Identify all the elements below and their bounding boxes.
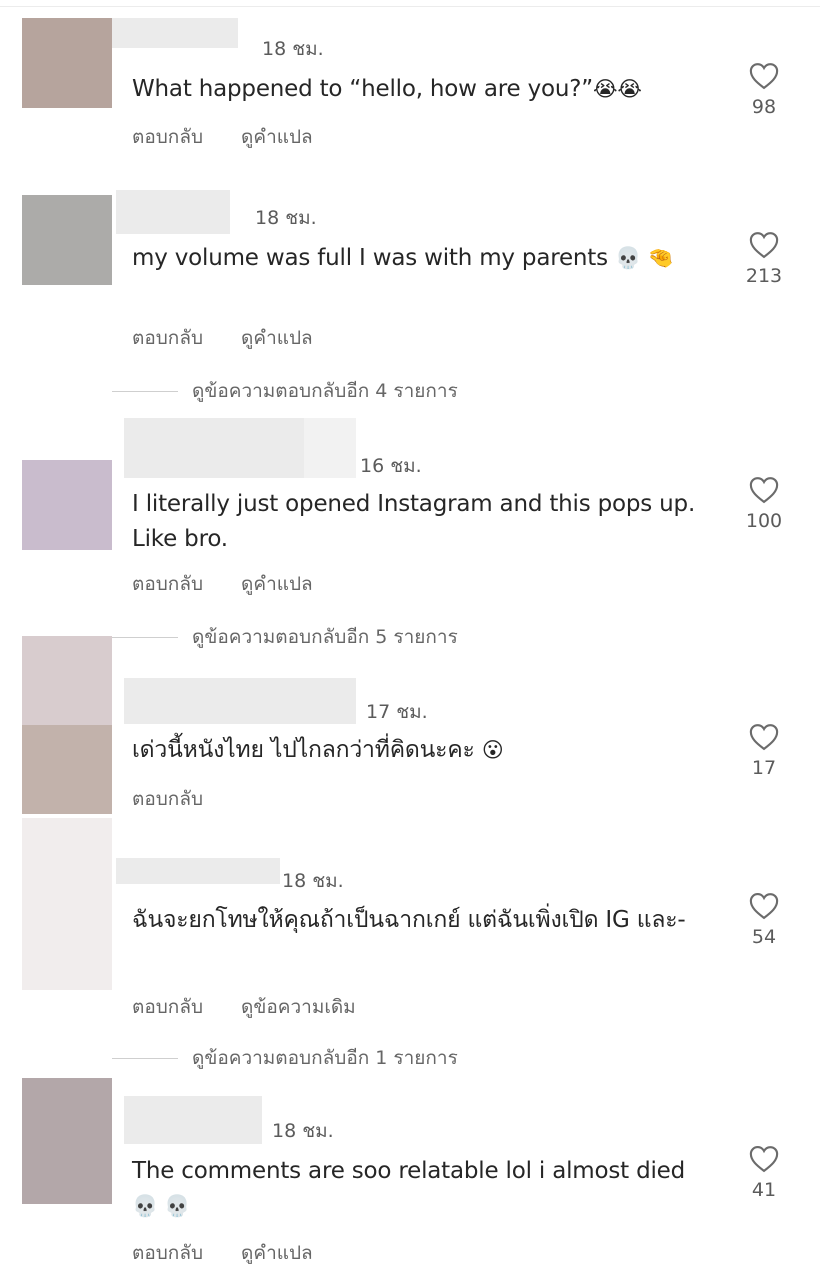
comment-time: 18 ชม. [282, 870, 344, 892]
view-more-label[interactable]: ดูข้อความตอบกลับอีก 4 รายการ [192, 376, 458, 406]
like-count: 54 [751, 926, 777, 948]
username-redacted [112, 18, 238, 48]
divider-line [112, 390, 178, 392]
heart-outline-icon[interactable] [749, 892, 779, 920]
see-translation-button[interactable]: ดูคำแปล [241, 1242, 313, 1264]
comment-body: The comments are soo relatable lol i alm… [132, 1158, 686, 1184]
see-original-button[interactable]: ดูข้อความเดิม [241, 996, 356, 1018]
comment-actions: ตอบกลับ ดูคำแปล [132, 1238, 351, 1268]
comment-actions: ตอบกลับ ดูคำแปล [132, 122, 351, 152]
comment-actions: ตอบกลับ [132, 784, 241, 814]
view-more-replies[interactable]: ดูข้อความตอบกลับอีก 1 รายการ [112, 1045, 458, 1071]
comment-time: 18 ชม. [272, 1120, 334, 1142]
comment-actions: ตอบกลับ ดูคำแปล [132, 569, 351, 599]
like-count: 213 [745, 265, 783, 287]
avatar[interactable] [22, 636, 112, 814]
like-button[interactable]: 100 [740, 476, 788, 532]
comment-time: 17 ชม. [366, 701, 428, 723]
like-count: 100 [745, 510, 783, 532]
reply-button[interactable]: ตอบกลับ [132, 126, 203, 148]
heart-outline-icon[interactable] [749, 1145, 779, 1173]
top-divider [0, 6, 820, 7]
heart-outline-icon[interactable] [749, 723, 779, 751]
like-count: 98 [751, 96, 777, 118]
comment-emoji: 💀 🤏 [615, 246, 674, 270]
avatar[interactable] [22, 195, 112, 285]
comment-time: 16 ชม. [360, 455, 422, 477]
like-count: 41 [751, 1179, 777, 1201]
comment-actions: ตอบกลับ ดูคำแปล [132, 323, 351, 353]
comment-emoji: 😮 [481, 738, 504, 762]
like-button[interactable]: 17 [740, 723, 788, 779]
username-redacted [124, 678, 356, 724]
comment-emoji: 😭😭 [592, 77, 642, 101]
like-count: 17 [751, 757, 777, 779]
comment-emoji: 💀 💀 [132, 1194, 191, 1218]
like-button[interactable]: 213 [740, 231, 788, 287]
comment-text: เด่วนี้หนังไทย ไปไกลกว่าที่คิดนะคะ 😮 [132, 733, 702, 768]
like-button[interactable]: 98 [740, 62, 788, 118]
view-more-label[interactable]: ดูข้อความตอบกลับอีก 5 รายการ [192, 622, 458, 652]
divider-line [112, 636, 178, 638]
reply-button[interactable]: ตอบกลับ [132, 573, 203, 595]
username-redacted [124, 418, 304, 478]
avatar[interactable] [22, 818, 112, 990]
avatar[interactable] [22, 1078, 112, 1204]
like-button[interactable]: 41 [740, 1145, 788, 1201]
view-more-replies[interactable]: ดูข้อความตอบกลับอีก 5 รายการ [112, 624, 458, 650]
comment-body: What happened to “hello, how are you?” [132, 76, 593, 102]
comment-text: I literally just opened Instagram and th… [132, 491, 696, 552]
divider-line [112, 1057, 178, 1059]
heart-outline-icon[interactable] [749, 62, 779, 90]
reply-button[interactable]: ตอบกลับ [132, 327, 203, 349]
comment-body: my volume was full I was with my parents [132, 245, 608, 271]
view-more-replies[interactable]: ดูข้อความตอบกลับอีก 4 รายการ [112, 378, 458, 404]
username-redacted [304, 418, 356, 478]
comment-body: เด่วนี้หนังไทย ไปไกลกว่าที่คิดนะคะ [132, 737, 475, 763]
avatar[interactable] [22, 18, 112, 108]
comment-actions: ตอบกลับ ดูข้อความเดิม [132, 992, 394, 1022]
view-more-label[interactable]: ดูข้อความตอบกลับอีก 1 รายการ [192, 1043, 458, 1073]
username-redacted [116, 190, 230, 234]
reply-button[interactable]: ตอบกลับ [132, 996, 203, 1018]
see-translation-button[interactable]: ดูคำแปล [241, 126, 313, 148]
see-translation-button[interactable]: ดูคำแปล [241, 327, 313, 349]
comment-text: ฉันจะยกโทษให้คุณถ้าเป็นฉากเกย์ แต่ฉันเพิ… [132, 907, 686, 933]
comment-text: my volume was full I was with my parents… [132, 241, 702, 276]
reply-button[interactable]: ตอบกลับ [132, 788, 203, 810]
comment-text: The comments are soo relatable lol i alm… [132, 1154, 692, 1224]
comment-time: 18 ชม. [262, 38, 324, 60]
like-button[interactable]: 54 [740, 892, 788, 948]
see-translation-button[interactable]: ดูคำแปล [241, 573, 313, 595]
avatar[interactable] [22, 460, 112, 550]
comment-time: 18 ชม. [255, 207, 317, 229]
username-redacted [124, 1096, 262, 1144]
heart-outline-icon[interactable] [749, 231, 779, 259]
username-redacted [116, 858, 280, 884]
heart-outline-icon[interactable] [749, 476, 779, 504]
comment-text: What happened to “hello, how are you?”😭😭 [132, 72, 702, 107]
reply-button[interactable]: ตอบกลับ [132, 1242, 203, 1264]
